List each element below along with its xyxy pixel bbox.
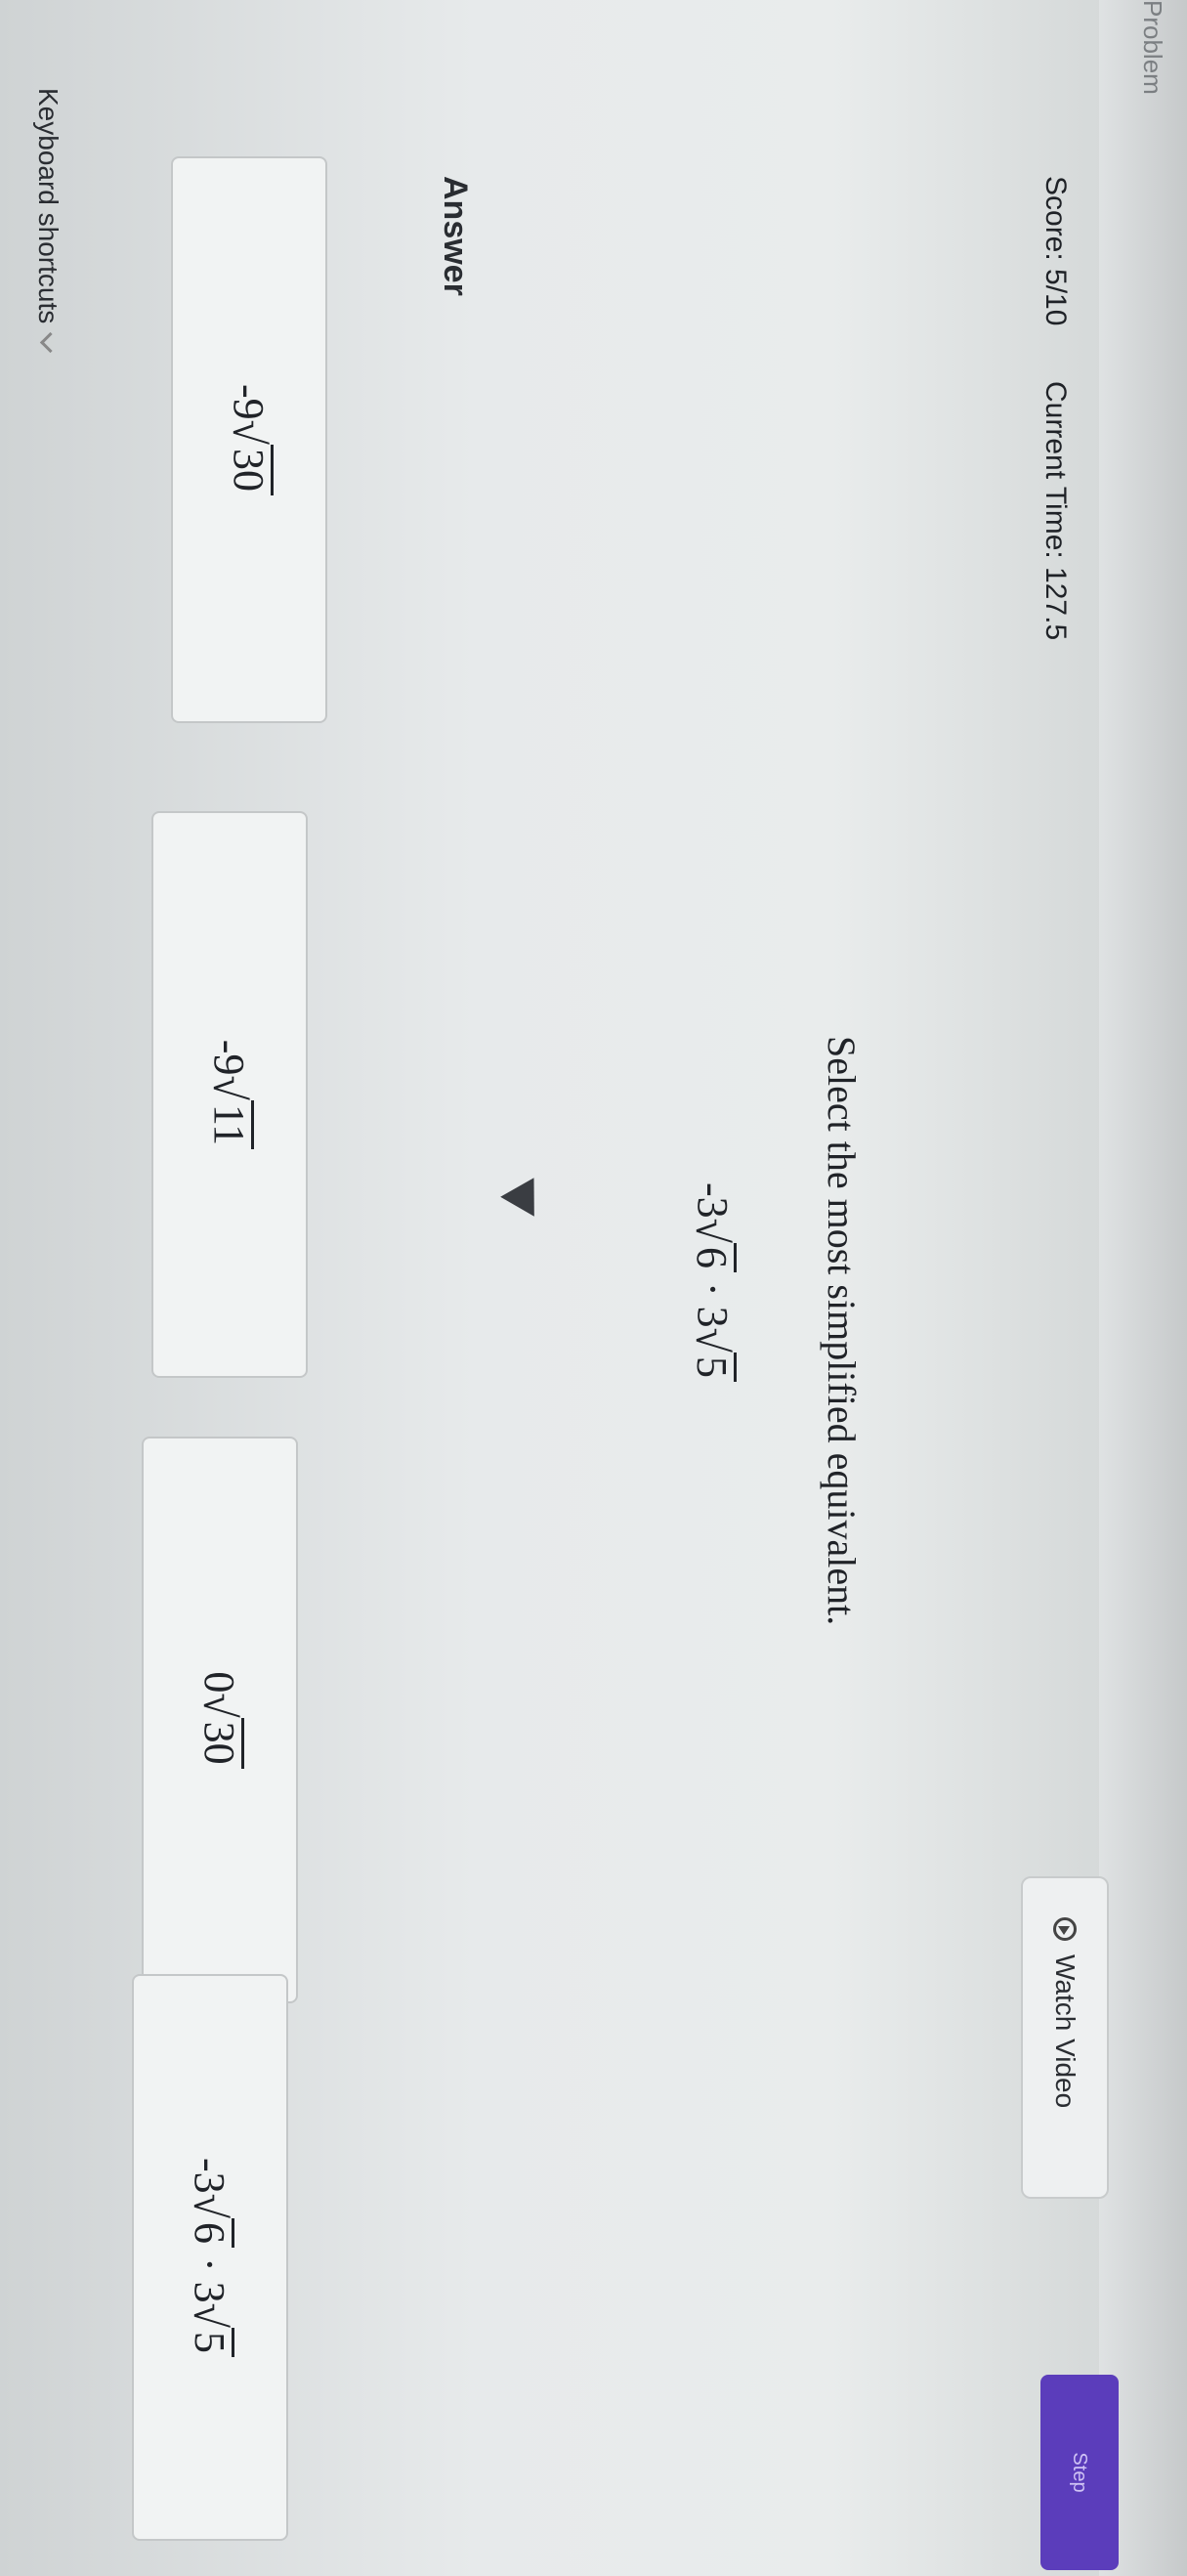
choice-sqrt: √ 30 — [224, 420, 274, 495]
top-bar — [1099, 0, 1187, 2576]
answer-choice-4[interactable]: -3 √ 6 · 3 √ 5 — [132, 1974, 288, 2541]
keyboard-shortcuts-toggle[interactable]: Keyboard shortcuts — [32, 88, 64, 354]
choice-sqrt: √ 11 — [204, 1075, 254, 1150]
question-expression: -3 √ 6 · 3 √ 5 — [687, 1182, 738, 1383]
choice-radicand: 11 — [205, 1099, 254, 1150]
choice-radicand2: 5 — [186, 2328, 234, 2358]
mouse-cursor-icon — [500, 1168, 551, 1217]
expr-sqrt1: √ 6 — [687, 1219, 738, 1273]
choice-coef2: 3 — [186, 2281, 234, 2303]
choice-coef1: -3 — [186, 2157, 234, 2194]
choice-sqrt: √ 30 — [194, 1693, 244, 1769]
page: Problem Score: 5/10 Current Time: 127.5 … — [0, 0, 1187, 2576]
answer-label: Answer — [437, 176, 474, 296]
choice-coef: -9 — [205, 1039, 254, 1076]
expr-operator: · — [689, 1282, 737, 1297]
expr-coef2: 3 — [689, 1306, 737, 1328]
chevron-down-icon — [40, 332, 62, 354]
choice-radicand: 30 — [225, 445, 274, 495]
question-prompt: Select the most simplified equivalent. — [820, 1036, 864, 1626]
answer-choice-1[interactable]: -9 √ 30 — [171, 156, 327, 723]
watch-video-label: Watch Video — [1050, 1954, 1081, 2109]
answer-choice-2[interactable]: -9 √ 11 — [151, 811, 308, 1378]
choice-operator: · — [186, 2257, 234, 2272]
expr-rad1: 6 — [688, 1243, 738, 1273]
choice-coef: 0 — [195, 1671, 244, 1694]
choice-radicand: 30 — [195, 1717, 244, 1769]
current-time-text: Current Time: 127.5 — [1039, 381, 1072, 641]
top-label: Problem — [1138, 0, 1167, 95]
choice-radicand1: 6 — [186, 2218, 234, 2248]
watch-video-button[interactable]: Watch Video — [1021, 1876, 1109, 2199]
expr-sqrt2: √ 5 — [687, 1328, 738, 1383]
play-circle-icon — [1053, 1917, 1077, 1941]
choice-coef: -9 — [225, 383, 274, 420]
answer-choice-3[interactable]: 0 √ 30 — [142, 1437, 298, 2003]
rotated-screen: Problem Score: 5/10 Current Time: 127.5 … — [0, 0, 1187, 2576]
expr-coef1: -3 — [689, 1182, 737, 1219]
choice-sqrt2: √ 5 — [185, 2303, 234, 2358]
step-button[interactable]: Step — [1040, 2375, 1119, 2570]
keyboard-shortcuts-label: Keyboard shortcuts — [33, 88, 64, 324]
expr-rad2: 5 — [688, 1352, 738, 1383]
choice-sqrt1: √ 6 — [185, 2194, 234, 2248]
score-text: Score: 5/10 — [1039, 176, 1072, 326]
